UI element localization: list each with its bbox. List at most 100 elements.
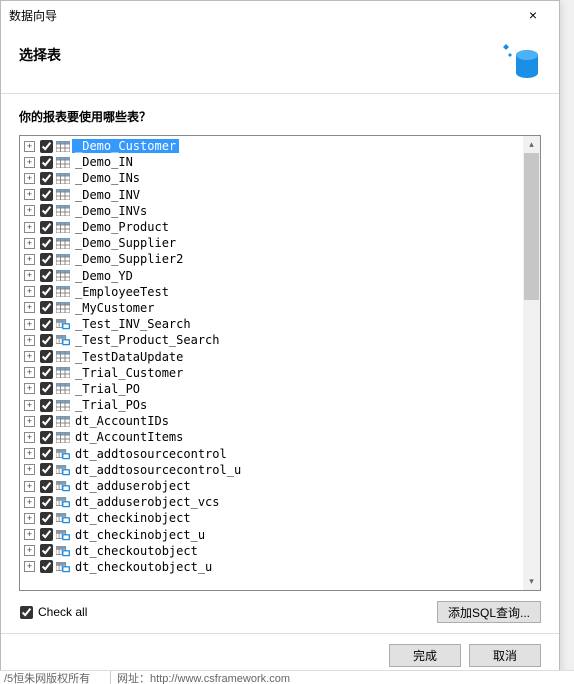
table-row[interactable]: + _Demo_Supplier	[22, 235, 521, 251]
table-checkbox[interactable]	[40, 221, 53, 234]
table-tree[interactable]: +_Demo_Customer+_Demo_IN+_Demo_INs+_Demo…	[20, 136, 523, 590]
table-checkbox[interactable]	[40, 463, 53, 476]
table-checkbox[interactable]	[40, 285, 53, 298]
table-checkbox[interactable]	[40, 496, 53, 509]
table-checkbox[interactable]	[40, 399, 53, 412]
expander-icon[interactable]: +	[24, 173, 35, 184]
expander-icon[interactable]: +	[24, 432, 35, 443]
table-label[interactable]: dt_adduserobject	[72, 479, 194, 493]
expander-icon[interactable]: +	[24, 270, 35, 281]
expander-icon[interactable]: +	[24, 513, 35, 524]
table-label[interactable]: _Trial_POs	[72, 398, 150, 412]
expander-icon[interactable]: +	[24, 319, 35, 330]
cancel-button[interactable]: 取消	[469, 644, 541, 667]
scrollbar-thumb[interactable]	[524, 153, 539, 300]
table-checkbox[interactable]	[40, 237, 53, 250]
expander-icon[interactable]: +	[24, 416, 35, 427]
table-row[interactable]: +_Demo_Product	[22, 219, 521, 235]
table-label[interactable]: _Demo_Supplier2	[72, 252, 186, 266]
expander-icon[interactable]: +	[24, 238, 35, 249]
table-label[interactable]: _Demo_INV	[72, 188, 143, 202]
table-checkbox[interactable]	[40, 415, 53, 428]
table-row[interactable]: + _Demo_Customer	[22, 138, 521, 154]
table-row[interactable]: + dt_adduserobject_vcs	[22, 494, 521, 510]
expander-icon[interactable]: +	[24, 464, 35, 475]
table-checkbox[interactable]	[40, 447, 53, 460]
table-row[interactable]: + _Demo_INV	[22, 187, 521, 203]
add-sql-button[interactable]: 添加SQL查询...	[437, 601, 541, 623]
table-checkbox[interactable]	[40, 140, 53, 153]
expander-icon[interactable]: +	[24, 254, 35, 265]
table-row[interactable]: + dt_AccountItems	[22, 429, 521, 445]
expander-icon[interactable]: +	[24, 545, 35, 556]
table-row[interactable]: + dt_checkinobject_u	[22, 527, 521, 543]
table-label[interactable]: _TestDataUpdate	[72, 350, 186, 364]
table-row[interactable]: + dt_addtosourcecontrol_u	[22, 462, 521, 478]
table-row[interactable]: +dt_addtosourcecontrol	[22, 446, 521, 462]
table-label[interactable]: dt_checkinobject	[72, 511, 194, 525]
table-row[interactable]: +_Demo_YD	[22, 268, 521, 284]
table-checkbox[interactable]	[40, 318, 53, 331]
table-checkbox[interactable]	[40, 253, 53, 266]
table-label[interactable]: dt_AccountIDs	[72, 414, 172, 428]
table-row[interactable]: + dt_checkoutobject	[22, 543, 521, 559]
table-label[interactable]: dt_addtosourcecontrol_u	[72, 463, 244, 477]
expander-icon[interactable]: +	[24, 222, 35, 233]
table-label[interactable]: dt_checkinobject_u	[72, 528, 208, 542]
table-row[interactable]: + dt_AccountIDs	[22, 413, 521, 429]
table-checkbox[interactable]	[40, 544, 53, 557]
expander-icon[interactable]: +	[24, 529, 35, 540]
scrollbar-track[interactable]	[523, 153, 540, 573]
expander-icon[interactable]: +	[24, 400, 35, 411]
table-checkbox[interactable]	[40, 301, 53, 314]
expander-icon[interactable]: +	[24, 383, 35, 394]
table-row[interactable]: + _MyCustomer	[22, 300, 521, 316]
table-label[interactable]: _Test_INV_Search	[72, 317, 194, 331]
table-row[interactable]: + _Test_INV_Search	[22, 316, 521, 332]
table-label[interactable]: dt_adduserobject_vcs	[72, 495, 223, 509]
table-label[interactable]: dt_checkoutobject	[72, 544, 201, 558]
table-row[interactable]: + dt_checkinobject	[22, 510, 521, 526]
expander-icon[interactable]: +	[24, 497, 35, 508]
table-row[interactable]: + dt_checkoutobject_u	[22, 559, 521, 575]
table-label[interactable]: _Demo_IN	[72, 155, 136, 169]
table-label[interactable]: _Trial_PO	[72, 382, 143, 396]
table-checkbox[interactable]	[40, 334, 53, 347]
finish-button[interactable]: 完成	[389, 644, 461, 667]
table-checkbox[interactable]	[40, 188, 53, 201]
table-row[interactable]: + _EmployeeTest	[22, 284, 521, 300]
table-label[interactable]: _EmployeeTest	[72, 285, 172, 299]
table-label[interactable]: _Demo_Customer	[72, 139, 179, 153]
table-checkbox[interactable]	[40, 172, 53, 185]
table-checkbox[interactable]	[40, 204, 53, 217]
table-label[interactable]: dt_checkoutobject_u	[72, 560, 215, 574]
expander-icon[interactable]: +	[24, 561, 35, 572]
expander-icon[interactable]: +	[24, 189, 35, 200]
table-checkbox[interactable]	[40, 156, 53, 169]
table-label[interactable]: _Demo_Supplier	[72, 236, 179, 250]
table-checkbox[interactable]	[40, 480, 53, 493]
table-row[interactable]: +_TestDataUpdate	[22, 348, 521, 364]
table-row[interactable]: +_Test_Product_Search	[22, 332, 521, 348]
expander-icon[interactable]: +	[24, 448, 35, 459]
table-label[interactable]: dt_AccountItems	[72, 430, 186, 444]
expander-icon[interactable]: +	[24, 335, 35, 346]
table-checkbox[interactable]	[40, 512, 53, 525]
expander-icon[interactable]: +	[24, 286, 35, 297]
table-row[interactable]: +_Demo_IN	[22, 154, 521, 170]
expander-icon[interactable]: +	[24, 302, 35, 313]
expander-icon[interactable]: +	[24, 205, 35, 216]
expander-icon[interactable]: +	[24, 481, 35, 492]
expander-icon[interactable]: +	[24, 141, 35, 152]
table-checkbox[interactable]	[40, 382, 53, 395]
table-row[interactable]: + dt_adduserobject	[22, 478, 521, 494]
check-all-checkbox[interactable]: Check all	[19, 605, 87, 619]
table-label[interactable]: _Demo_INs	[72, 171, 143, 185]
expander-icon[interactable]: +	[24, 367, 35, 378]
table-row[interactable]: + _Trial_POs	[22, 397, 521, 413]
table-label[interactable]: _MyCustomer	[72, 301, 157, 315]
table-row[interactable]: + _Demo_Supplier2	[22, 251, 521, 267]
table-checkbox[interactable]	[40, 431, 53, 444]
table-checkbox[interactable]	[40, 366, 53, 379]
table-label[interactable]: _Trial_Customer	[72, 366, 186, 380]
